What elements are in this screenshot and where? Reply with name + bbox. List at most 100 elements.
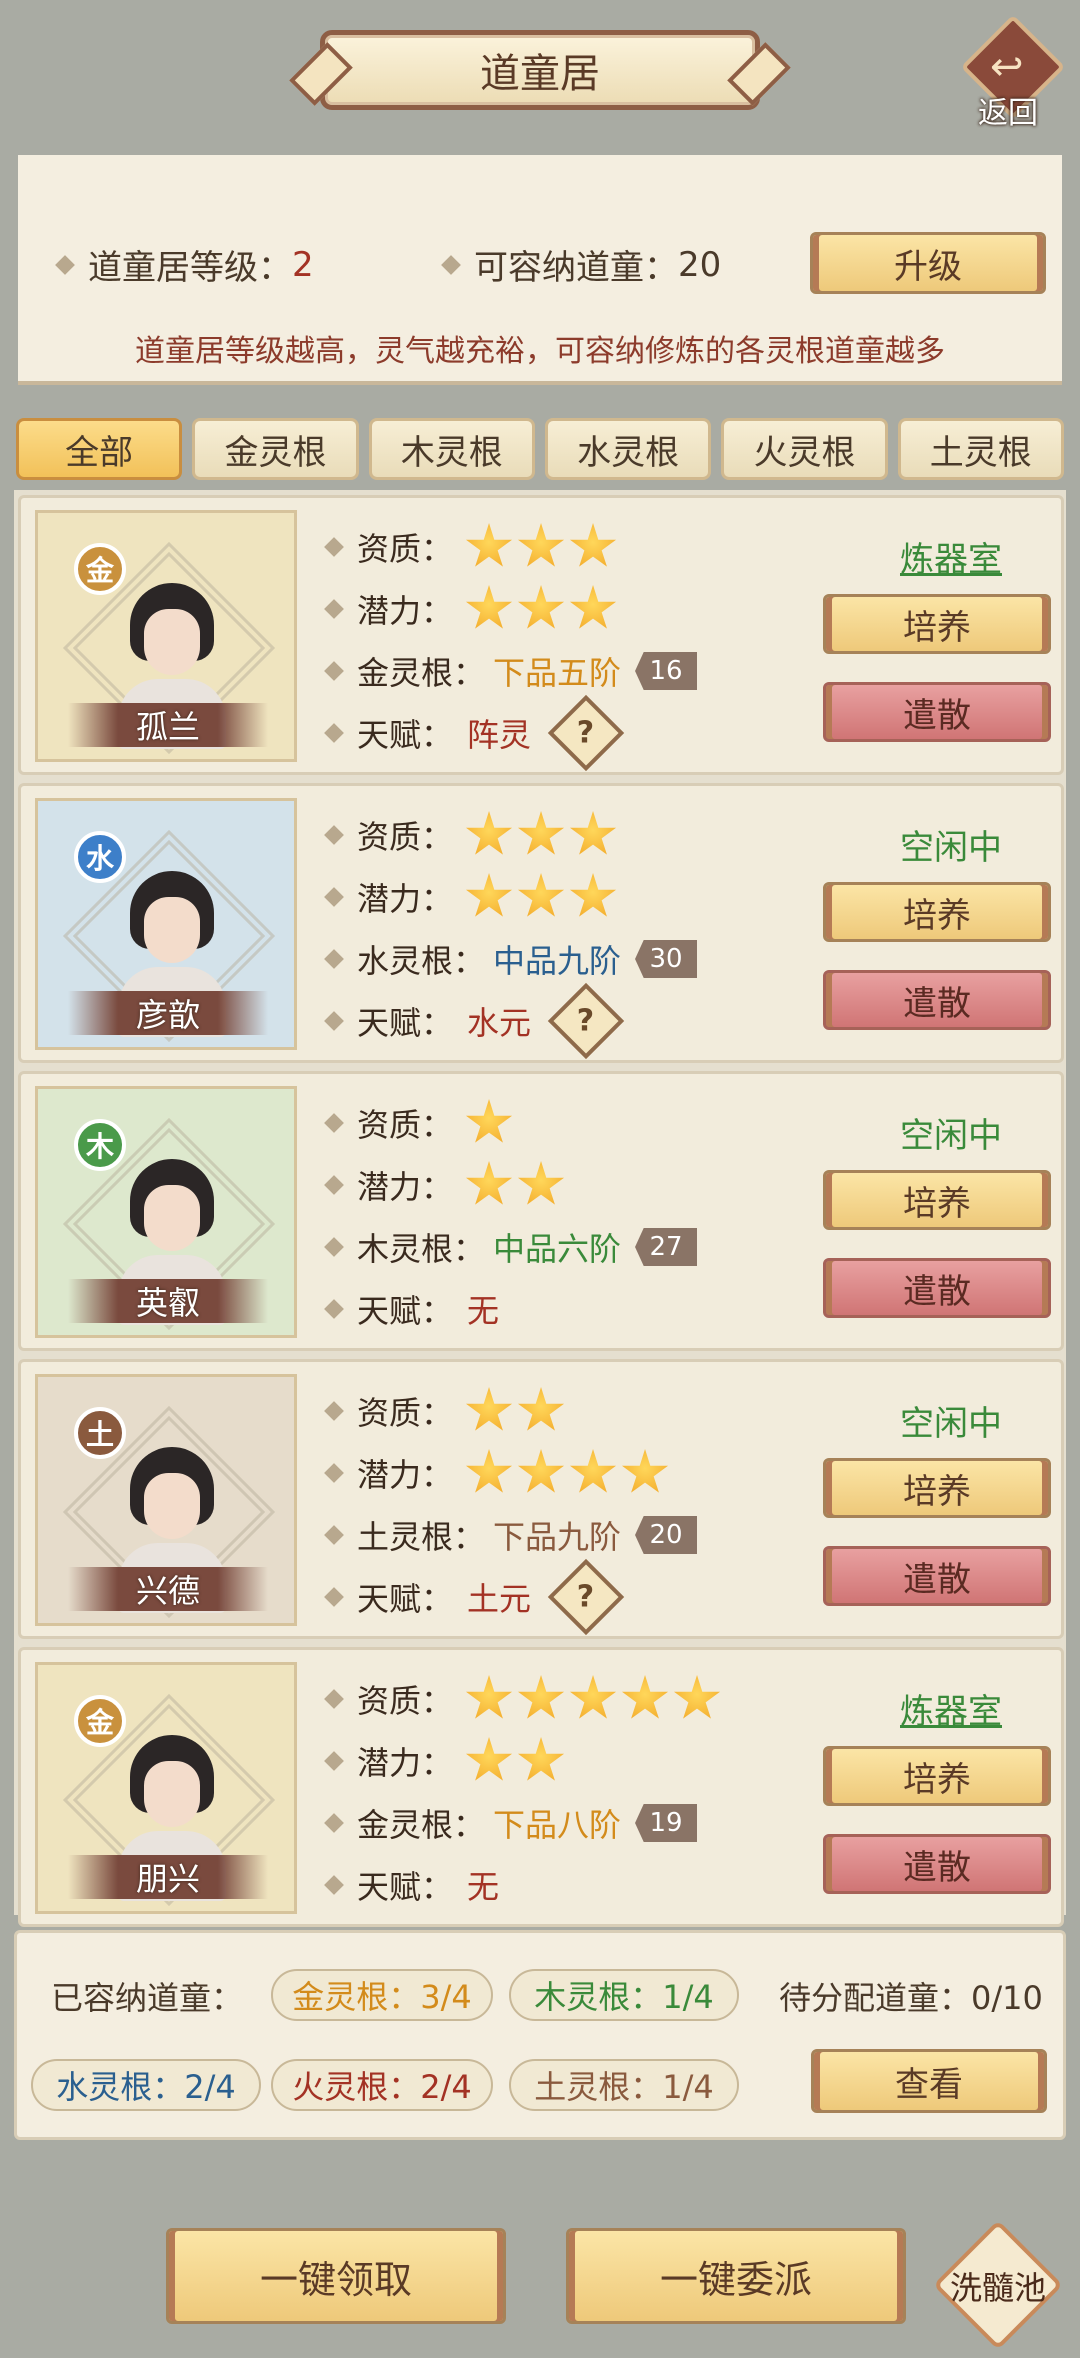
root-grade: 中品六阶 (493, 1230, 622, 1268)
star-icon (517, 1387, 565, 1431)
root-row: 水灵根： 中品九阶 30 (324, 936, 698, 982)
student-name: 英叡 (68, 1279, 268, 1323)
star-icon (569, 1449, 617, 1493)
diamond-icon (324, 1689, 344, 1709)
star-icon (621, 1675, 669, 1719)
diamond-icon (324, 537, 344, 557)
level-label: 道童居等级： (88, 248, 292, 288)
aptitude-stars (465, 1387, 565, 1435)
diamond-icon (324, 1813, 344, 1833)
dismiss-button[interactable]: 遣散 (823, 682, 1051, 742)
dismiss-button[interactable]: 遣散 (823, 970, 1051, 1030)
train-label: 培养 (903, 1471, 971, 1512)
root-level-badge: 30 (635, 940, 698, 978)
assignment-status[interactable]: 炼器室 (851, 532, 1051, 581)
diamond-icon (324, 1587, 344, 1607)
assignment-status[interactable]: 炼器室 (851, 1684, 1051, 1733)
student-card: 木 英叡 资质： 潜力： 木灵根： 中品六阶 27 天赋： 无 空闲中 培养 遣散 (18, 1071, 1064, 1351)
student-name: 孤兰 (68, 703, 268, 747)
star-icon (465, 1099, 513, 1143)
assignment-status: 空闲中 (900, 1404, 1002, 1444)
diamond-icon (324, 1875, 344, 1895)
student-portrait[interactable]: 金 孤兰 (35, 510, 297, 762)
student-name: 彦歆 (68, 991, 268, 1035)
tab-metal[interactable]: 金灵根 (192, 418, 359, 480)
train-button[interactable]: 培养 (823, 1458, 1051, 1518)
talent-value: 水元 (467, 1004, 532, 1042)
aptitude-row: 资质： (324, 811, 617, 858)
potential-stars (465, 1161, 565, 1209)
view-label: 查看 (895, 2064, 963, 2105)
element-badge: 土 (74, 1407, 126, 1459)
marrow-pool-button[interactable]: 洗髓池 (932, 2219, 1064, 2351)
count-fire-text: 火灵根：2/4 (292, 2068, 472, 2106)
upgrade-hint: 道童居等级越高，灵气越充裕，可容纳修炼的各灵根道童越多 (135, 334, 945, 369)
assignment-status: 空闲中 (900, 1116, 1002, 1156)
root-label: 土灵根： (357, 1518, 486, 1556)
tab-fire[interactable]: 火灵根 (721, 418, 888, 480)
star-icon (673, 1675, 721, 1719)
level-value: 2 (292, 244, 314, 285)
potential-row: 潜力： (324, 1449, 669, 1497)
claim-all-label: 一键领取 (259, 2257, 412, 2302)
count-metal-text: 金灵根：3/4 (292, 1978, 472, 2016)
capacity-label: 可容纳道童： (474, 248, 678, 288)
diamond-icon (324, 887, 344, 907)
tab-all[interactable]: 全部 (16, 418, 183, 480)
back-button[interactable]: ↩ 返回 (960, 14, 1068, 131)
student-portrait[interactable]: 水 彦歆 (35, 798, 297, 1050)
tab-water[interactable]: 水灵根 (544, 418, 712, 480)
root-row: 金灵根： 下品五阶 16 (324, 648, 698, 694)
star-icon (465, 523, 513, 567)
potential-row: 潜力： (324, 1737, 565, 1784)
potential-stars (465, 1449, 669, 1497)
potential-label: 潜力： (357, 1744, 454, 1782)
star-icon (517, 1675, 565, 1719)
diamond-icon (324, 599, 344, 619)
tab-wood[interactable]: 木灵根 (368, 418, 535, 480)
tab-earth[interactable]: 土灵根 (897, 418, 1064, 480)
dismiss-button[interactable]: 遣散 (823, 1546, 1051, 1606)
root-level-badge: 19 (635, 1804, 698, 1842)
diamond-icon (324, 1525, 344, 1545)
potential-row: 潜力： (324, 585, 617, 632)
element-badge: 金 (74, 543, 126, 595)
upgrade-button[interactable]: 升级 (810, 232, 1046, 294)
star-icon (569, 873, 617, 917)
dismiss-button[interactable]: 遣散 (823, 1258, 1051, 1318)
root-label: 金灵根： (357, 1806, 486, 1844)
talent-info-icon[interactable]: ? (547, 694, 625, 772)
view-button[interactable]: 查看 (811, 2049, 1047, 2113)
page-title: 道童居 (320, 30, 760, 110)
talent-row: 天赋： 土元? (324, 1558, 625, 1636)
talent-info-icon[interactable]: ? (547, 1558, 625, 1636)
claim-all-button[interactable]: 一键领取 (166, 2228, 506, 2324)
potential-label: 潜力： (357, 592, 454, 630)
aptitude-label: 资质： (357, 1682, 454, 1720)
dismiss-button[interactable]: 遣散 (823, 1834, 1051, 1894)
assign-all-label: 一键委派 (659, 2257, 812, 2302)
train-button[interactable]: 培养 (823, 1746, 1051, 1806)
train-button[interactable]: 培养 (823, 882, 1051, 942)
student-portrait[interactable]: 土 兴德 (35, 1374, 297, 1626)
student-portrait[interactable]: 木 英叡 (35, 1086, 297, 1338)
upgrade-label: 升级 (894, 246, 962, 287)
assign-all-button[interactable]: 一键委派 (566, 2228, 906, 2324)
talent-info-icon[interactable]: ? (547, 982, 625, 1060)
diamond-icon (441, 254, 461, 275)
diamond-icon (324, 1011, 344, 1031)
aptitude-label: 资质： (357, 1106, 454, 1144)
diamond-icon (324, 825, 344, 845)
student-portrait[interactable]: 金 朋兴 (35, 1662, 297, 1914)
diamond-icon (324, 1299, 344, 1319)
train-button[interactable]: 培养 (823, 594, 1051, 654)
count-water: 水灵根：2/4 (31, 2059, 261, 2111)
train-label: 培养 (903, 607, 971, 648)
star-icon (517, 523, 565, 567)
star-icon (517, 1737, 565, 1781)
summary-panel: 已容纳道童： 金灵根：3/4 木灵根：1/4 待分配道童：0/10 水灵根：2/… (14, 1930, 1066, 2140)
talent-value: 土元 (467, 1580, 532, 1618)
star-icon (517, 873, 565, 917)
root-level-badge: 16 (635, 652, 698, 690)
train-button[interactable]: 培养 (823, 1170, 1051, 1230)
